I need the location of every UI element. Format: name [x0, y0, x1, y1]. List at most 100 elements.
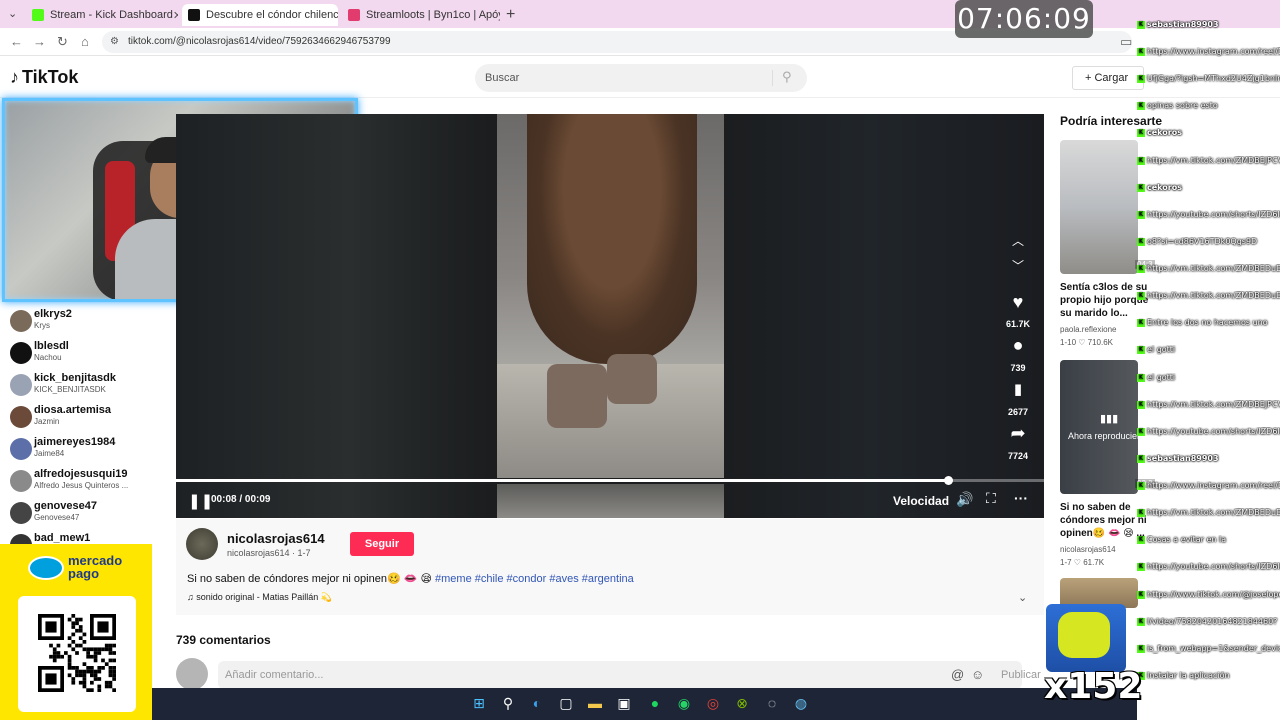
pause-icon[interactable]: ❚❚ [188, 492, 213, 510]
kick-badge-icon: K [1137, 535, 1145, 544]
comment-icon[interactable]: ● [1006, 335, 1030, 356]
heart-icon[interactable]: ♥ [1006, 292, 1030, 313]
hashtags[interactable]: #meme #chile #condor #aves #argentina [435, 573, 634, 585]
kick-badge-icon: K [1137, 562, 1145, 571]
following-nickname: Jazmin [34, 417, 60, 426]
site-info-icon[interactable]: ⚙ [110, 36, 119, 47]
reload-icon[interactable]: ↻ [57, 34, 68, 50]
chat-text: https://vm.tiktok.com/ZMDBEJPCV/ [1147, 156, 1280, 165]
following-nickname: Genovese47 [34, 513, 80, 522]
following-item[interactable]: genovese47 Genovese47 [10, 500, 97, 524]
spotify-icon[interactable]: ● [645, 693, 665, 713]
comment-input[interactable] [218, 661, 1022, 689]
back-icon[interactable]: ← [10, 34, 23, 49]
likes-count: 61.7K [1005, 319, 1031, 329]
bookmark-icon[interactable]: ▮ [1006, 380, 1030, 398]
obs-icon[interactable]: ◌ [762, 693, 782, 713]
chat-message: Khttps://youtube.com/shorts/IZD6IXE7X [1137, 427, 1280, 437]
following-item[interactable]: kick_benjitasdk KICK_BENJITASDK [10, 372, 116, 396]
edge-icon[interactable]: ◐ [527, 693, 547, 713]
task-view-icon[interactable]: ▢ [556, 693, 576, 713]
video-time: 00:08 / 00:09 [211, 494, 271, 505]
tiktok-logo[interactable]: ♪ TikTok [10, 67, 78, 88]
recommended-author-2: nicolasrojas614 [1060, 545, 1116, 554]
following-avatar [10, 502, 32, 524]
taskbar-search-icon[interactable]: ⚲ [498, 693, 518, 713]
chat-message: Kcekoros [1137, 128, 1280, 138]
search-input[interactable] [475, 64, 807, 92]
author-name[interactable]: nicolasrojas614 [227, 531, 325, 546]
speed-button[interactable]: Velocidad [893, 494, 949, 508]
upload-button[interactable]: + Cargar [1072, 66, 1144, 90]
browser-tab-tiktok[interactable]: Descubre el cóndor chilenc 🔊 ✕ [182, 4, 338, 26]
search-icon[interactable]: ⚲ [782, 69, 792, 85]
browser-tab-kick-dashboard[interactable]: Stream - Kick Dashboard ✕ [26, 4, 178, 26]
following-nickname: Nachou [34, 353, 62, 362]
following-avatar [10, 342, 32, 364]
following-name: alfredojesusqui19 [34, 468, 128, 480]
following-item[interactable]: diosa.artemisa Jazmin [10, 404, 111, 428]
progress-handle[interactable] [944, 476, 953, 485]
close-tab-icon[interactable]: ✕ [173, 9, 178, 22]
chat-message: Khttps://www.instagram.com/reel/DTj6 [1137, 47, 1280, 57]
chevron-up-icon[interactable]: ︿ [1006, 232, 1030, 249]
chat-username: cekoros [1147, 183, 1182, 192]
shares-count: 7724 [1007, 451, 1029, 461]
kick-badge-icon: K [1137, 644, 1145, 653]
chat-username: sebastian89903 [1147, 454, 1219, 463]
recommended-thumb-2[interactable] [1060, 360, 1138, 494]
chat-message: Kel gotti [1137, 345, 1280, 355]
chat-text: https://www.instagram.com/reel/DTj6 [1147, 47, 1280, 56]
tab-search-icon[interactable]: ⌄ [8, 7, 17, 20]
expand-chevron-icon[interactable]: ⌄ [1018, 591, 1027, 604]
stream-chat-overlay: Ksebastian89903 Khttps://www.instagram.co… [1137, 0, 1280, 720]
following-avatar [10, 470, 32, 492]
more-options-icon[interactable]: ··· [1014, 490, 1028, 506]
home-icon[interactable]: ⌂ [81, 34, 89, 49]
chat-text: opinas sobre esto [1147, 101, 1218, 110]
whatsapp-icon[interactable]: ◉ [674, 693, 694, 713]
fullscreen-icon[interactable]: ⛶ [986, 490, 996, 507]
cast-icon[interactable]: ▭ [1120, 34, 1132, 50]
chat-message: K Instalar la aplicación [1137, 671, 1280, 681]
publish-button[interactable]: Publicar [1001, 669, 1041, 681]
xbox-icon[interactable]: ⊗ [732, 693, 752, 713]
mention-icon[interactable]: @ [951, 667, 964, 682]
recommended-thumb-1[interactable] [1060, 140, 1138, 274]
kick-badge-icon: K [1137, 400, 1145, 409]
equalizer-icon: ▮▮▮ [1100, 413, 1119, 425]
chat-text: is_from_webapp=1&sender_device=pc [1147, 644, 1280, 653]
music-link[interactable]: ♫ sonido original - Matias Paillán 💫 [187, 592, 332, 603]
kick-badge-icon: K [1137, 590, 1145, 599]
following-item[interactable]: elkrys2 Krys [10, 308, 72, 332]
progress-fill [176, 479, 948, 482]
recommended-author-1: paola.reflexione [1060, 325, 1117, 334]
video-player[interactable] [176, 114, 1044, 518]
browser-tab-streamloots[interactable]: Streamloots | Byn1co | Apóyam ✕ [342, 4, 500, 26]
share-icon[interactable]: ➦ [1006, 423, 1030, 444]
chat-message: K Cosas a evitar en la [1137, 535, 1280, 545]
windows-start-icon[interactable]: ⊞ [469, 693, 489, 713]
chevron-down-icon[interactable]: ﹀ [1006, 257, 1030, 274]
emoji-icon[interactable]: ☺ [971, 667, 984, 682]
steam-icon[interactable]: ◍ [791, 693, 811, 713]
follow-button[interactable]: Seguir [350, 532, 414, 556]
chat-message: Ksebastian89903 [1137, 20, 1280, 30]
kick-badge-icon: K [1137, 74, 1145, 83]
following-item[interactable]: lblesdl Nachou [10, 340, 69, 364]
handshake-logo-icon [28, 556, 64, 580]
volume-icon[interactable]: 🔊 [956, 491, 973, 508]
kick-badge-icon: K [1137, 264, 1145, 273]
kick-badge-icon: K [1137, 508, 1145, 517]
forward-icon[interactable]: → [33, 34, 46, 49]
new-tab-button[interactable]: + [506, 6, 515, 24]
app-icon[interactable]: ▣ [614, 693, 634, 713]
chrome-icon[interactable]: ◎ [703, 693, 723, 713]
author-avatar[interactable] [186, 528, 218, 560]
kick-badge-icon: K [1137, 617, 1145, 626]
following-item[interactable]: jaimereyes1984 Jaime84 [10, 436, 115, 460]
file-explorer-icon[interactable]: ▬ [585, 693, 605, 713]
following-item[interactable]: alfredojesusqui19 Alfredo Jesus Quinteros… [10, 468, 128, 492]
following-avatar [10, 438, 32, 460]
kick-badge-icon: K [1137, 128, 1145, 137]
